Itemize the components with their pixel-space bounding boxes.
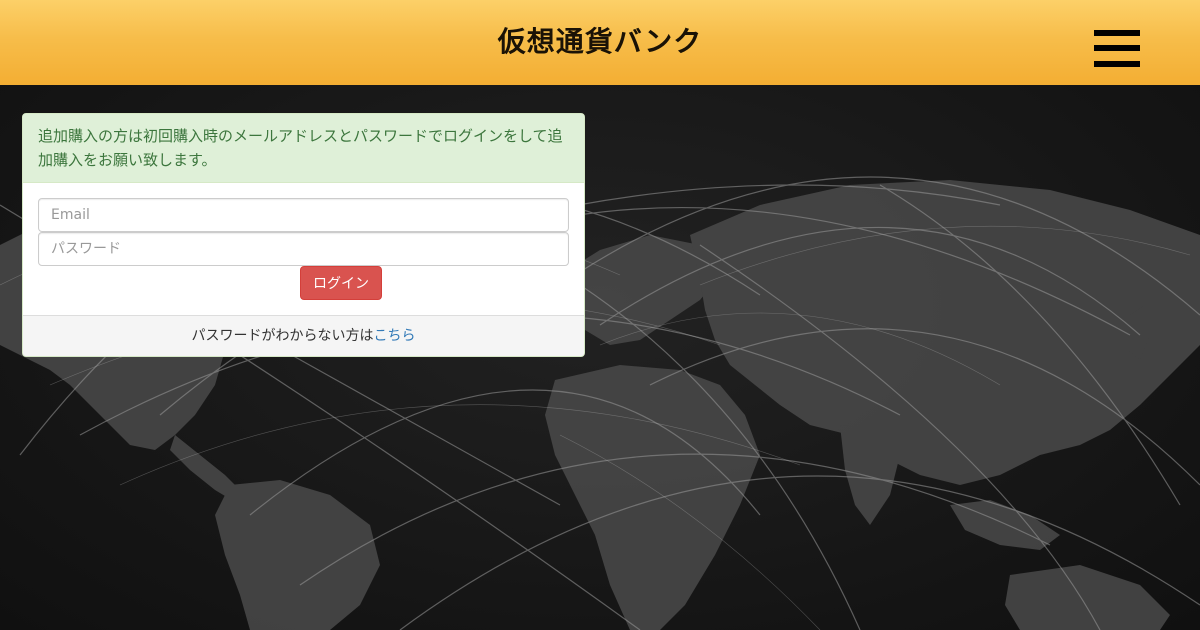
- continent-asia: [690, 180, 1200, 485]
- continent-australia: [1005, 565, 1170, 630]
- email-input[interactable]: [38, 198, 569, 232]
- continent-south-america: [215, 480, 380, 630]
- forgot-password-text: パスワードがわからない方は: [191, 328, 374, 344]
- panel-footer: パスワードがわからない方はこちら: [23, 315, 584, 356]
- hamburger-bar: [1094, 45, 1140, 51]
- login-notice: 追加購入の方は初回購入時のメールアドレスとパスワードでログインをして追加購入をお…: [23, 114, 584, 183]
- site-title[interactable]: 仮想通貨バンク: [0, 0, 1200, 85]
- hamburger-bar: [1094, 30, 1140, 36]
- password-input[interactable]: [38, 232, 569, 266]
- continent-africa: [545, 365, 760, 630]
- forgot-password-link[interactable]: こちら: [374, 328, 416, 344]
- login-panel: 追加購入の方は初回購入時のメールアドレスとパスワードでログインをして追加購入をお…: [22, 113, 585, 357]
- site-header: 仮想通貨バンク: [0, 0, 1200, 85]
- login-button[interactable]: ログイン: [300, 266, 382, 300]
- hamburger-menu-icon[interactable]: [1094, 30, 1140, 70]
- hamburger-bar: [1094, 61, 1140, 67]
